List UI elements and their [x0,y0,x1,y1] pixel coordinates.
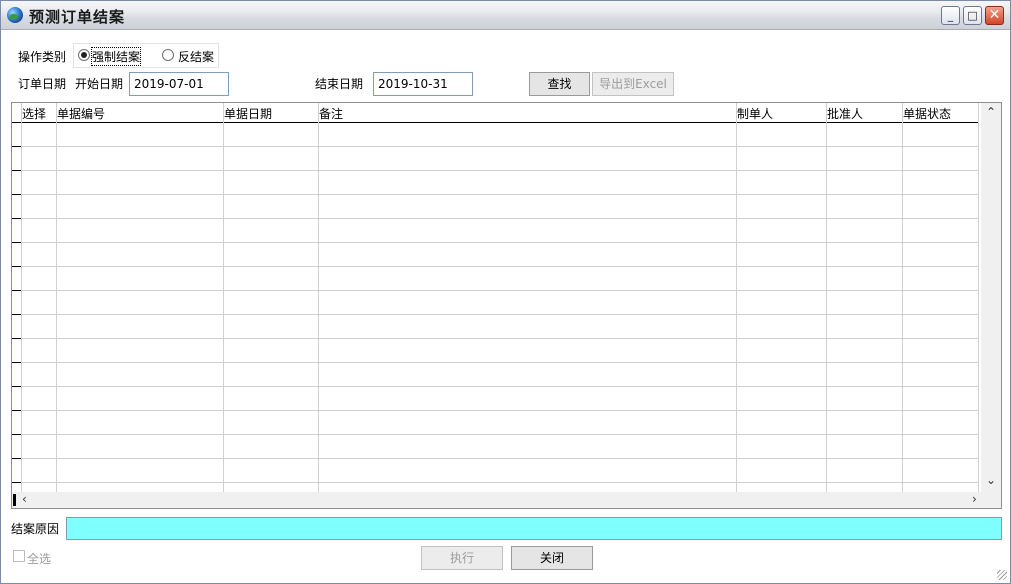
end-date-label: 结束日期 [315,77,364,91]
close-button[interactable]: 关闭 [511,546,593,570]
grid-row-line [12,146,979,147]
col-header-creator[interactable]: 制单人 [737,105,773,122]
row-selector[interactable] [12,338,21,339]
reverse-close-label[interactable]: 反结案 [178,48,214,65]
row-selector[interactable] [12,218,21,219]
grid-row-line [12,458,979,459]
col-header-doc-date[interactable]: 单据日期 [224,105,272,122]
row-indicator-icon [13,494,16,506]
reverse-close-radio[interactable] [162,49,174,61]
window-title: 预测订单结案 [29,8,126,26]
close-reason-input[interactable] [66,517,1002,540]
grid-row-line [12,290,979,291]
scroll-left-icon[interactable]: ‹ [22,492,27,506]
row-selector[interactable] [12,146,21,147]
grid-row-line [12,362,979,363]
operation-type-label: 操作类别 [18,50,67,64]
minimize-button[interactable]: _ [941,6,960,25]
horizontal-scrollbar[interactable]: ‹ › [12,492,1001,508]
grid-row-line [12,434,979,435]
order-grid[interactable]: 选择 单据编号 单据日期 备注 制单人 批准人 单据状态 ⌃ ⌄ ‹ › [11,102,1002,509]
grid-row-line [12,194,979,195]
close-reason-label: 结案原因 [11,522,60,536]
grid-row-line [12,338,979,339]
col-header-doc-no[interactable]: 单据编号 [57,105,105,122]
maximize-button[interactable]: □ [963,6,982,25]
scroll-down-icon[interactable]: ⌄ [986,473,996,487]
row-selector[interactable] [12,266,21,267]
force-close-radio[interactable] [78,49,90,61]
title-bar[interactable]: 预测订单结案 _ □ ✕ [1,1,1010,30]
globe-app-icon [7,7,23,23]
grid-row-line [12,386,979,387]
row-selector[interactable] [12,314,21,315]
operation-type-group: 强制结案 反结案 [73,43,219,68]
grid-row-line [12,242,979,243]
resize-grip-icon[interactable] [997,570,1007,580]
close-window-button[interactable]: ✕ [985,6,1004,25]
row-selector[interactable] [12,434,21,435]
col-header-approver[interactable]: 批准人 [827,105,863,122]
export-excel-button[interactable]: 导出到Excel [592,72,674,96]
row-selector[interactable] [12,482,21,483]
row-selector[interactable] [12,242,21,243]
grid-row-line [12,170,979,171]
main-window: 预测订单结案 _ □ ✕ 操作类别 强制结案 反结案 订单日期 开始日期 201… [0,0,1011,584]
grid-row-line [12,314,979,315]
vertical-scrollbar[interactable]: ⌃ ⌄ [981,103,1001,492]
select-all-checkbox[interactable] [13,550,25,562]
select-all-label[interactable]: 全选 [27,550,51,567]
scroll-up-icon[interactable]: ⌃ [986,105,996,119]
execute-button[interactable]: 执行 [421,546,503,570]
end-date-input[interactable]: 2019-10-31 [373,72,473,96]
col-header-doc-status[interactable]: 单据状态 [903,105,951,122]
row-selector[interactable] [12,362,21,363]
force-close-label[interactable]: 强制结案 [90,47,142,66]
grid-row-line [12,218,979,219]
scroll-right-icon[interactable]: › [972,492,977,506]
row-selector[interactable] [12,386,21,387]
grid-row-line [12,410,979,411]
search-button[interactable]: 查找 [529,72,590,96]
grid-header: 选择 单据编号 单据日期 备注 制单人 批准人 单据状态 [12,103,979,123]
row-selector[interactable] [12,290,21,291]
row-selector[interactable] [12,458,21,459]
col-header-select[interactable]: 选择 [22,105,46,122]
order-date-label: 订单日期 [18,77,67,91]
row-selector[interactable] [12,122,21,123]
start-date-label: 开始日期 [75,77,124,91]
start-date-input[interactable]: 2019-07-01 [129,72,229,96]
col-header-remark[interactable]: 备注 [319,105,343,122]
row-selector[interactable] [12,170,21,171]
row-selector[interactable] [12,194,21,195]
grid-row-line [12,482,979,483]
grid-row-line [12,266,979,267]
row-selector[interactable] [12,410,21,411]
